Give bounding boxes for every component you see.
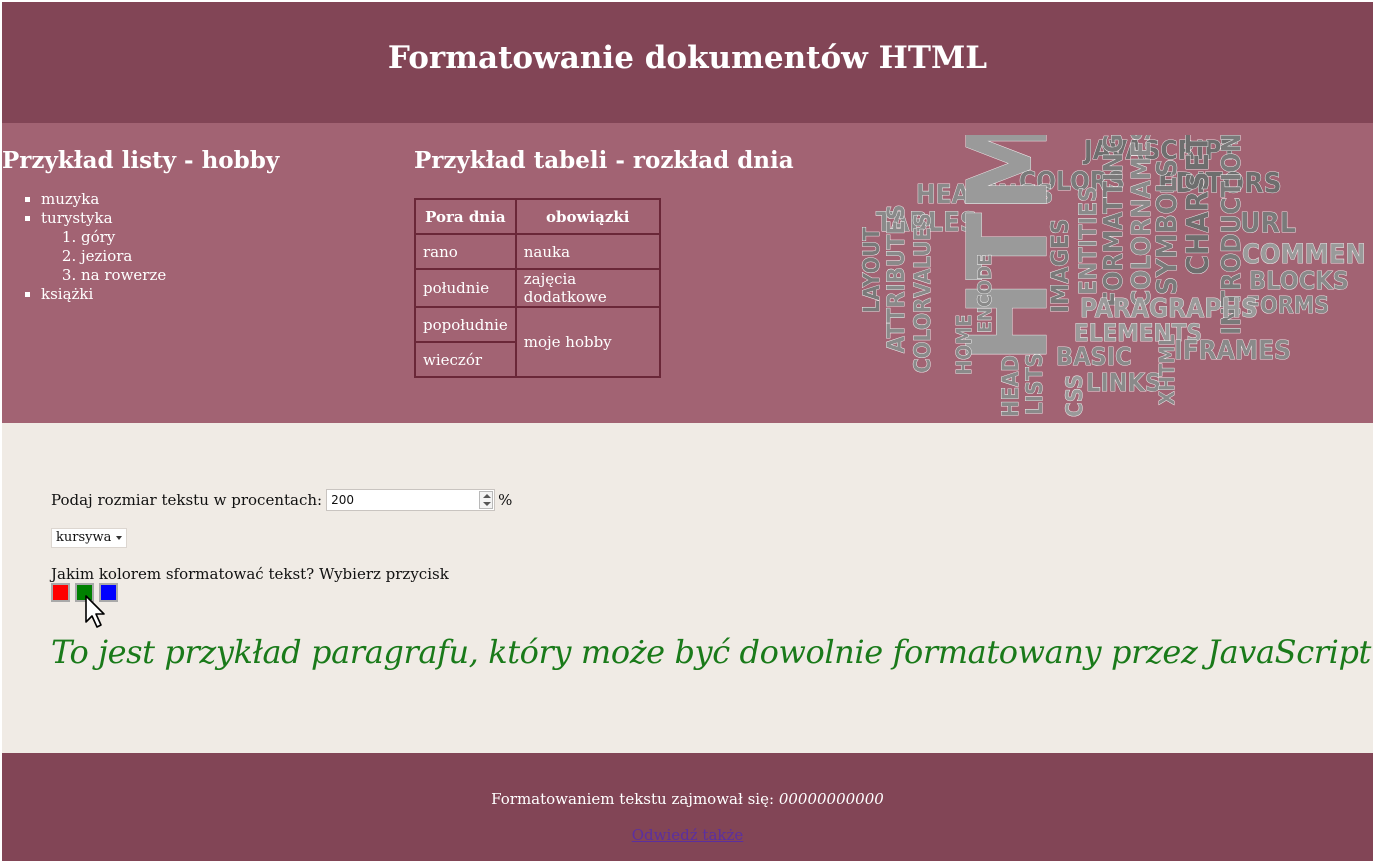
table-header-row: Pora dnia obowiązki [414,198,661,235]
author-credit: Formatowaniem tekstu zajmował się: 00000… [2,790,1373,808]
table-cell: zajęcia dodatkowe [514,268,661,308]
content-band: Przykład listy - hobby muzyka turystyka … [2,123,1373,423]
cloud-word: XHTML [1155,334,1179,405]
cloud-word: CSS [1063,375,1088,417]
cloud-word: ENTITIES [1074,186,1102,295]
schedule-table: Pora dnia obowiązki rano nauka południe … [414,198,661,378]
cloud-word: HEAD [999,355,1024,417]
table-row: południe zajęcia dodatkowe [414,268,661,308]
cloud-word: LINKS [1086,368,1161,397]
cloud-word: LISTS [1023,353,1048,415]
cloud-word: FORMATTING [1099,135,1129,307]
table-cell: moje hobby [514,306,661,378]
credit-label: Formatowaniem tekstu zajmował się: [491,790,775,808]
cloud-word: HOME [952,314,976,375]
page: Formatowanie dokumentów HTML Przykład li… [2,2,1373,861]
spinner-down-icon[interactable] [483,502,492,506]
table-cell: wieczór [414,341,517,378]
cloud-word: URL [1240,206,1296,239]
table-cell: południe [414,268,517,308]
hobby-list: muzyka turystyka góry jeziora na rowerze… [2,190,402,304]
cloud-word: CHARSET [1181,135,1216,275]
hobby-heading: Przykład listy - hobby [2,147,280,174]
sublist-item: jeziora [81,247,402,266]
header-banner: Formatowanie dokumentów HTML [2,2,1373,123]
html-word-cloud-image: JAVASCRIPT COLORS EDITORS HEADINGS TABLE… [860,135,1364,417]
table-row: popołudnie moje hobby [414,306,661,378]
dropdown-arrow-icon [116,536,122,540]
footer-link-row: Odwiedź także [2,826,1373,844]
cloud-word: IMAGES [1046,219,1074,313]
cloud-word: BASIC [1056,342,1132,371]
hobby-section: Przykład listy - hobby muzyka turystyka … [2,147,402,304]
text-size-input[interactable]: 200 [326,489,496,511]
cloud-word: ATTRIBUTES [882,204,910,353]
spinner-up-icon[interactable] [483,494,492,498]
color-question: Jakim kolorem sformatować tekst? Wybierz… [51,565,449,583]
text-size-label: Podaj rozmiar tekstu w procentach: [51,491,323,509]
mouse-cursor-icon [85,595,105,628]
text-size-row: Podaj rozmiar tekstu w procentach: 200 % [51,489,512,511]
column-header: obowiązki [514,198,661,235]
footer: Formatowaniem tekstu zajmował się: 00000… [2,753,1373,861]
hobby-sublist: góry jeziora na rowerze [41,228,402,285]
list-item: turystyka góry jeziora na rowerze [41,209,402,285]
font-style-selected: kursywa [56,530,112,545]
text-size-value: 200 [331,493,354,507]
cloud-word: ENCODE [974,254,996,333]
sublist-item: góry [81,228,402,247]
cloud-word: BLOCKS [1249,266,1349,295]
table-cell: nauka [514,233,661,270]
list-item: muzyka [41,190,402,209]
page-title: Formatowanie dokumentów HTML [387,40,988,76]
table-row: rano nauka [414,233,661,270]
schedule-heading: Przykład tabeli - rozkład dnia [414,147,794,174]
schedule-section: Przykład tabeli - rozkład dnia Pora dnia… [414,147,834,378]
red-color-button[interactable] [51,583,70,602]
table-cell: rano [414,233,517,270]
table-cell: popołudnie [414,306,517,343]
visit-also-link[interactable]: Odwiedź także [632,826,744,844]
demo-paragraph: To jest przykład paragrafu, który może b… [51,633,1371,671]
sublist-item: na rowerze [81,266,402,285]
cloud-word: IFRAMES [1174,336,1291,366]
formatting-panel: Podaj rozmiar tekstu w procentach: 200 %… [2,423,1373,753]
number-spinner[interactable] [479,491,494,509]
cloud-word: COLORVALUES [911,213,936,373]
cloud-word: FORMS [1246,293,1329,319]
author-name: 00000000000 [778,790,884,808]
list-item: książki [41,285,402,304]
cloud-word: SYMBOLS [1150,159,1183,295]
font-style-select[interactable]: kursywa [51,528,127,548]
column-header: Pora dnia [414,198,517,235]
percent-unit: % [498,491,513,509]
list-item-label: turystyka [41,209,113,227]
